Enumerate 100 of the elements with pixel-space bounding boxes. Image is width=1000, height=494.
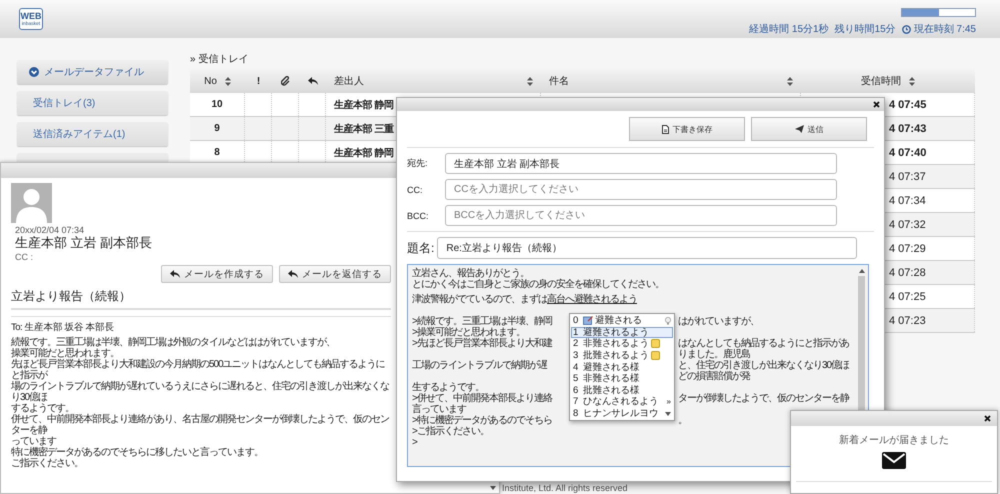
mail-subject: 立岩より報告（続報） bbox=[11, 285, 391, 310]
reply-button[interactable]: メールを返信する bbox=[279, 265, 391, 283]
quoted-text: >併せて、中前開発本部長より連絡 bbox=[412, 393, 552, 404]
quoted-text: >先ほど長戸営業本部長より大和建 bbox=[412, 338, 552, 349]
table-cell: 8 bbox=[214, 147, 220, 158]
sort-icon bbox=[527, 76, 533, 86]
quoted-text: > bbox=[412, 437, 417, 448]
table-cell-text: 生産本部 静岡 bbox=[334, 146, 394, 160]
candidate-item[interactable]: 7 ひなんされるよう » bbox=[571, 396, 673, 408]
field-label: 題名: bbox=[407, 240, 434, 256]
elapsed-time: 経過時間 15分1秒 bbox=[749, 22, 829, 36]
table-cell: 10 bbox=[211, 99, 223, 110]
candidate-item[interactable]: 1 避難されるよう bbox=[571, 326, 673, 338]
sidebar-item[interactable]: 送信済みアイテム(1) bbox=[17, 122, 168, 146]
bcc-field[interactable]: BCCを入力選択してください bbox=[445, 205, 837, 226]
reply-icon bbox=[308, 77, 318, 85]
table-cell-text: 生産本部 三重 bbox=[334, 122, 394, 136]
body-text: 併せて、中前開発本部長より連絡があり、名古屋の開発センターが倒壊したようで、仮のセンターを静 bbox=[11, 414, 390, 436]
body-text: 特に機密データがあるのでそちらに移したいと言っています。 bbox=[11, 447, 264, 458]
sort-icon bbox=[787, 76, 793, 86]
candidate-item[interactable]: 2 非難されるよう bbox=[571, 338, 673, 350]
cc-label: CC : bbox=[14, 251, 34, 263]
message-field[interactable] bbox=[407, 264, 869, 467]
document-icon bbox=[662, 124, 668, 134]
sort-icon bbox=[909, 76, 915, 86]
to-field[interactable]: 生産本部 立岩 副本部長 bbox=[445, 153, 837, 174]
field-label: 宛先: bbox=[407, 157, 429, 170]
candidate-item[interactable]: 8 ヒナンサレルヨウ bbox=[571, 408, 673, 420]
table-cell: 9 bbox=[214, 123, 220, 134]
quoted-text: ターが倒壊したようで、仮のセンターを静 bbox=[678, 393, 849, 404]
reply-button[interactable]: メールを作成する bbox=[161, 265, 273, 283]
sidebar-item[interactable]: 受信トレイ(3) bbox=[17, 91, 168, 115]
notification-text: 新着メールが届きました bbox=[839, 435, 949, 446]
quoted-text: >ご指示ください。 bbox=[412, 426, 489, 437]
table-cell: 4 07:23 bbox=[889, 314, 926, 326]
quoted-text: 言っています bbox=[412, 404, 466, 415]
remaining-time: 残り時間15分 bbox=[834, 22, 896, 36]
message-text: 津波警報がでているので、まずは bbox=[412, 294, 547, 305]
copyright-text: Institute, Ltd. All rights reserved bbox=[502, 483, 628, 493]
column-header[interactable]: 件名 bbox=[541, 69, 801, 93]
close-icon[interactable] bbox=[984, 415, 991, 422]
quoted-text: >操業可能だと思われます。 bbox=[412, 327, 525, 338]
body-text: 続報です。三重工場は半壊、静岡工場は外観のタイルなどははがれていますが、 bbox=[11, 337, 336, 348]
scroll-up-icon[interactable] bbox=[858, 269, 864, 273]
table-cell: 4 07:32 bbox=[889, 218, 926, 230]
paper-plane-icon bbox=[794, 125, 804, 133]
candidate-item[interactable]: 3 批難されるよう bbox=[571, 350, 673, 362]
message-text: 立岩さん、報告ありがとう。 bbox=[412, 268, 529, 279]
body-text: 先ほど長戸営業本部長より大和建設の今月納期の500ユニットはなんとしても納品するようにと指示が bbox=[11, 359, 386, 381]
reply-icon bbox=[170, 270, 180, 278]
sender-name: 生産本部 立岩 副本部長 bbox=[14, 235, 154, 251]
quoted-text: はなんとしても納品するようにと指示がありました。鹿児島 bbox=[678, 338, 849, 360]
quoted-text: >特に機密データがあるのでそちら bbox=[412, 415, 552, 426]
scroll-down-icon[interactable] bbox=[665, 412, 671, 416]
message-text: とにかく今はご自身とご家族の身の安全を確保してください。 bbox=[412, 279, 665, 290]
current-time: 現在時刻 7:45 bbox=[914, 22, 976, 36]
close-icon[interactable] bbox=[873, 101, 880, 108]
subject-field[interactable]: Re:立岩より報告（続報） bbox=[437, 237, 858, 259]
candidate-item[interactable]: 5 非難される様 bbox=[571, 372, 673, 385]
lightbulb-icon bbox=[665, 316, 671, 325]
column-header[interactable]: 受信時間 bbox=[801, 69, 975, 93]
table-cell: 4 07:28 bbox=[889, 266, 926, 278]
body-text: 場のライントラブルで納期が遅れているうえにさらに遅れると、住宅の引き渡しが出来なくなり30億ほ bbox=[11, 381, 390, 403]
candidate-item[interactable]: 4 避難される様 bbox=[571, 361, 673, 373]
quoted-text: と、住宅の引き渡しが出来なくなり30億ほどの損害賠償が発 bbox=[678, 360, 850, 382]
body-text: するようです。 bbox=[11, 403, 75, 414]
envelope-icon bbox=[882, 452, 906, 469]
body-text: 操業可能だと思われます。 bbox=[11, 348, 120, 359]
table-cell: 4 07:34 bbox=[889, 194, 926, 206]
table-cell: 4 07:37 bbox=[889, 170, 926, 182]
quoted-text: 。 bbox=[678, 415, 687, 426]
quoted-text: 生するようです。 bbox=[412, 382, 484, 393]
table-cell: 4 07:43 bbox=[889, 122, 926, 134]
body-text: ご指示ください。 bbox=[11, 458, 84, 469]
table-cell: 4 07:40 bbox=[889, 146, 926, 158]
recipient-text: To: 生産本部 坂谷 本部長 bbox=[11, 321, 116, 334]
candidate-item[interactable]: 6 批難される様 bbox=[571, 384, 673, 396]
quoted-text: 工場のライントラブルで納期が遅 bbox=[412, 360, 547, 371]
column-header[interactable]: ! bbox=[245, 69, 272, 93]
table-cell-text: 生産本部 静岡 bbox=[334, 98, 394, 112]
quoted-text: >続報です。三重工場は半壊、静岡 bbox=[412, 316, 552, 327]
composition-text: 高台へ避難されるよう bbox=[547, 294, 637, 305]
quoted-text: はがれていますが、 bbox=[678, 316, 759, 327]
table-cell: 4 07:45 bbox=[889, 98, 926, 110]
field-label: CC: bbox=[407, 184, 424, 194]
reply-icon bbox=[288, 270, 298, 278]
body-text: っています bbox=[11, 436, 58, 447]
send-button[interactable]: 送信 bbox=[751, 117, 867, 141]
mail-date: 20xx/02/04 07:34 bbox=[14, 225, 86, 235]
more-symbol[interactable]: » bbox=[666, 396, 671, 408]
scroll-down-icon[interactable] bbox=[490, 486, 496, 490]
folder-button[interactable]: メールデータファイル bbox=[17, 60, 168, 84]
cc-field[interactable]: CCを入力選択してください bbox=[445, 179, 837, 200]
field-label: BCC: bbox=[407, 210, 430, 220]
candidate-item[interactable]: 0 避難される bbox=[571, 315, 673, 327]
save-draft-button[interactable]: 下書き保存 bbox=[629, 117, 745, 141]
dictionary-icon bbox=[583, 316, 593, 326]
column-header[interactable]: 差出人 bbox=[326, 69, 541, 93]
paperclip-icon bbox=[281, 76, 290, 86]
column-header[interactable]: No bbox=[190, 69, 245, 93]
